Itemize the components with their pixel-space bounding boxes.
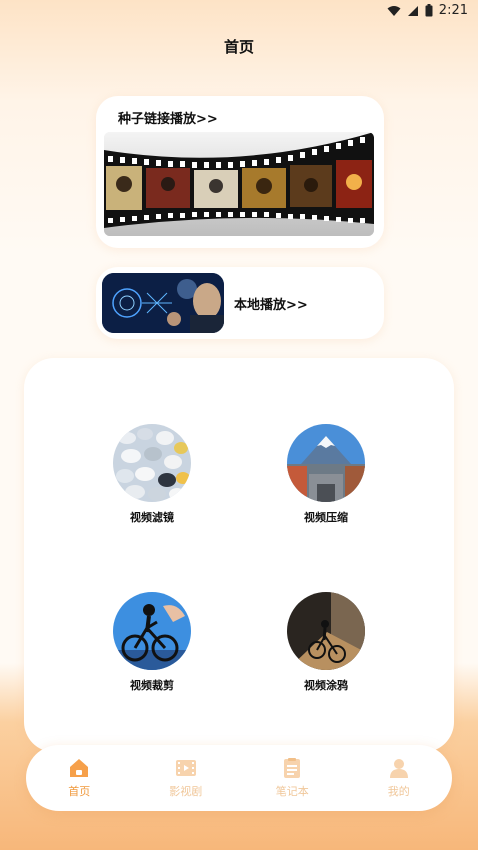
home-icon <box>70 759 89 777</box>
video-filter-label: 视频滤镜 <box>130 511 174 524</box>
video-doodle-label: 视频涂鸦 <box>304 679 348 692</box>
video-compress-image <box>287 424 365 502</box>
tool-video-filter[interactable]: 视频滤镜 <box>92 424 212 525</box>
video-filter-image <box>113 424 191 502</box>
nav-item-profile[interactable]: 我的 <box>346 745 453 811</box>
nav-label-home: 首页 <box>68 785 91 798</box>
film-strip-image <box>104 132 374 236</box>
tools-panel: 视频滤镜 视频压缩 视频裁剪 视频涂鸦 <box>24 358 454 752</box>
tool-video-compress[interactable]: 视频压缩 <box>266 424 386 525</box>
profile-icon <box>389 759 408 778</box>
battery-icon <box>425 4 433 17</box>
local-play-thumbnail <box>102 273 224 333</box>
video-compress-label: 视频压缩 <box>304 511 348 524</box>
nav-label-profile: 我的 <box>387 785 410 798</box>
video-crop-image <box>113 592 191 670</box>
local-play-card[interactable]: 本地播放>> <box>96 267 384 339</box>
page-title: 首页 <box>223 38 254 56</box>
nav-item-home[interactable]: 首页 <box>26 745 133 811</box>
film-icon <box>175 760 196 776</box>
status-bar: 2:21 <box>0 0 478 24</box>
nav-label-notebook: 笔记本 <box>275 785 309 798</box>
bottom-nav: 首页 影视剧 笔记本 我的 <box>26 745 452 811</box>
tool-video-crop[interactable]: 视频裁剪 <box>92 592 212 693</box>
local-play-title[interactable]: 本地播放>> <box>234 294 308 313</box>
video-doodle-image <box>287 592 365 670</box>
torrent-play-card[interactable]: 种子链接播放>> <box>96 96 384 248</box>
torrent-play-title[interactable]: 种子链接播放>> <box>118 108 218 127</box>
status-icons: 2:21 <box>387 3 468 18</box>
nav-item-notebook[interactable]: 笔记本 <box>239 745 346 811</box>
wifi-icon <box>387 5 401 16</box>
nav-label-film: 影视剧 <box>169 785 203 798</box>
status-time: 2:21 <box>438 3 468 18</box>
nav-item-film[interactable]: 影视剧 <box>133 745 240 811</box>
notebook-icon <box>284 758 301 778</box>
signal-icon <box>407 5 418 16</box>
tool-video-doodle[interactable]: 视频涂鸦 <box>266 592 386 693</box>
video-crop-label: 视频裁剪 <box>130 679 174 692</box>
